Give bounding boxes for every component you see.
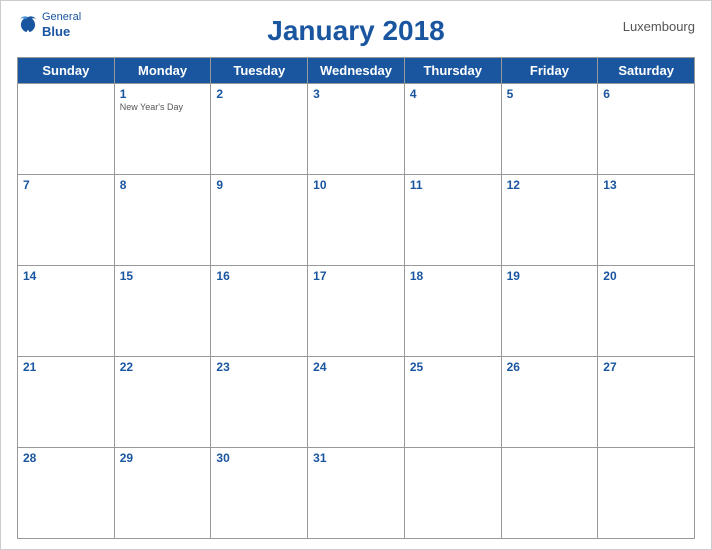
day-number: 16 bbox=[216, 269, 302, 283]
day-cell: 9 bbox=[211, 175, 308, 266]
day-cell: 31 bbox=[308, 448, 405, 539]
day-number: 24 bbox=[313, 360, 399, 374]
day-cell: 3 bbox=[308, 84, 405, 175]
day-number: 8 bbox=[120, 178, 206, 192]
country-label: Luxembourg bbox=[623, 19, 695, 34]
day-number: 25 bbox=[410, 360, 496, 374]
day-cell: 23 bbox=[211, 357, 308, 448]
calendar-title: January 2018 bbox=[267, 15, 444, 47]
day-cell bbox=[18, 84, 115, 175]
day-cell: 4 bbox=[405, 84, 502, 175]
day-cell: 1New Year's Day bbox=[115, 84, 212, 175]
day-cell: 19 bbox=[502, 266, 599, 357]
logo-blue: Blue bbox=[42, 24, 81, 40]
day-number: 11 bbox=[410, 178, 496, 192]
day-number: 31 bbox=[313, 451, 399, 465]
day-cell: 26 bbox=[502, 357, 599, 448]
day-cell: 15 bbox=[115, 266, 212, 357]
week-row-1: 1New Year's Day 23456 bbox=[18, 84, 695, 175]
day-number: 26 bbox=[507, 360, 593, 374]
day-cell: 10 bbox=[308, 175, 405, 266]
day-number: 27 bbox=[603, 360, 689, 374]
day-cell: 2 bbox=[211, 84, 308, 175]
day-cell bbox=[502, 448, 599, 539]
day-number: 2 bbox=[216, 87, 302, 101]
calendar-grid: SundayMondayTuesdayWednesdayThursdayFrid… bbox=[17, 57, 695, 539]
day-cell bbox=[598, 448, 695, 539]
day-number: 9 bbox=[216, 178, 302, 192]
day-cell: 27 bbox=[598, 357, 695, 448]
day-number: 28 bbox=[23, 451, 109, 465]
day-cell: 16 bbox=[211, 266, 308, 357]
day-cell: 18 bbox=[405, 266, 502, 357]
day-cell: 13 bbox=[598, 175, 695, 266]
day-cell: 30 bbox=[211, 448, 308, 539]
weeks-container: 1New Year's Day2345678910111213141516171… bbox=[18, 84, 695, 539]
day-number: 7 bbox=[23, 178, 109, 192]
day-number: 4 bbox=[410, 87, 496, 101]
week-row-5: 28 29 30 31 bbox=[18, 448, 695, 539]
day-number: 19 bbox=[507, 269, 593, 283]
day-cell: 21 bbox=[18, 357, 115, 448]
day-cell: 8 bbox=[115, 175, 212, 266]
day-number: 12 bbox=[507, 178, 593, 192]
day-cell: 14 bbox=[18, 266, 115, 357]
day-cell: 5 bbox=[502, 84, 599, 175]
day-number: 13 bbox=[603, 178, 689, 192]
day-cell: 24 bbox=[308, 357, 405, 448]
day-header-friday: Friday bbox=[502, 58, 599, 84]
day-cell: 29 bbox=[115, 448, 212, 539]
logo-general: General bbox=[42, 11, 81, 24]
holiday-label: New Year's Day bbox=[120, 102, 206, 112]
day-cell: 12 bbox=[502, 175, 599, 266]
day-cell: 22 bbox=[115, 357, 212, 448]
day-cell: 28 bbox=[18, 448, 115, 539]
day-number: 5 bbox=[507, 87, 593, 101]
day-number: 10 bbox=[313, 178, 399, 192]
week-row-3: 14 15 16 17 18 19 20 bbox=[18, 266, 695, 357]
day-cell: 6 bbox=[598, 84, 695, 175]
day-cell bbox=[405, 448, 502, 539]
day-cell: 7 bbox=[18, 175, 115, 266]
calendar-container: General Blue January 2018 Luxembourg Sun… bbox=[0, 0, 712, 550]
day-number: 18 bbox=[410, 269, 496, 283]
day-header-monday: Monday bbox=[115, 58, 212, 84]
day-number: 30 bbox=[216, 451, 302, 465]
day-cell: 20 bbox=[598, 266, 695, 357]
day-number: 14 bbox=[23, 269, 109, 283]
day-number: 21 bbox=[23, 360, 109, 374]
week-row-4: 21 22 23 24 25 26 27 bbox=[18, 357, 695, 448]
day-number: 15 bbox=[120, 269, 206, 283]
day-number: 20 bbox=[603, 269, 689, 283]
calendar-header: General Blue January 2018 Luxembourg bbox=[17, 11, 695, 51]
logo-bird-icon bbox=[17, 14, 39, 36]
day-header-thursday: Thursday bbox=[405, 58, 502, 84]
day-cell: 11 bbox=[405, 175, 502, 266]
day-cell: 25 bbox=[405, 357, 502, 448]
day-cell: 17 bbox=[308, 266, 405, 357]
day-header-sunday: Sunday bbox=[18, 58, 115, 84]
day-header-saturday: Saturday bbox=[598, 58, 695, 84]
day-headers-row: SundayMondayTuesdayWednesdayThursdayFrid… bbox=[18, 58, 695, 84]
day-number: 1 bbox=[120, 87, 206, 101]
day-number: 17 bbox=[313, 269, 399, 283]
day-header-tuesday: Tuesday bbox=[211, 58, 308, 84]
week-row-2: 789 10 11 12 13 bbox=[18, 175, 695, 266]
day-number: 22 bbox=[120, 360, 206, 374]
logo-text: General Blue bbox=[42, 11, 81, 40]
day-number: 6 bbox=[603, 87, 689, 101]
day-number: 23 bbox=[216, 360, 302, 374]
day-number: 29 bbox=[120, 451, 206, 465]
logo-area: General Blue bbox=[17, 11, 81, 40]
day-number: 3 bbox=[313, 87, 399, 101]
day-header-wednesday: Wednesday bbox=[308, 58, 405, 84]
